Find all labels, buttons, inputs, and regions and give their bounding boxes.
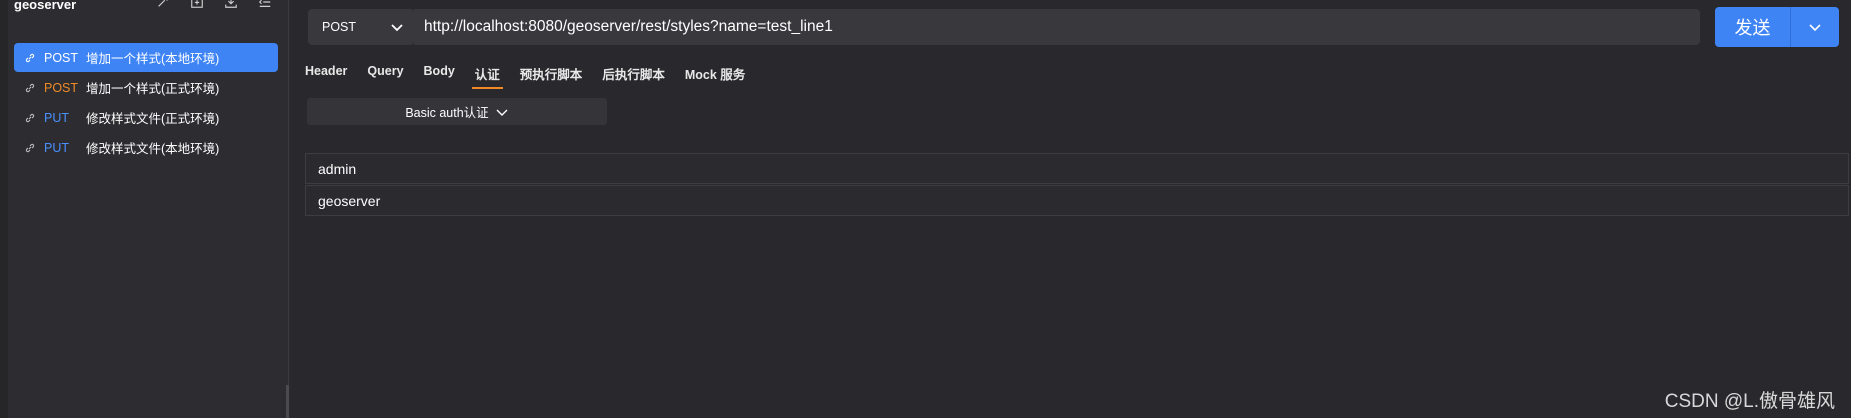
- import-icon[interactable]: [223, 0, 239, 10]
- send-label: 发送: [1734, 18, 1771, 38]
- api-item-post-prod[interactable]: POST 增加一个样式(正式环境): [14, 73, 278, 102]
- api-list: POST 增加一个样式(本地环境) POST 增加一个样式(正式环境) PUT …: [14, 43, 278, 163]
- sidebar-header: geoserver: [14, 0, 279, 14]
- chevron-down-icon: [391, 24, 403, 32]
- api-name: 修改样式文件(正式环境): [86, 112, 220, 126]
- auth-type-select[interactable]: Basic auth认证: [307, 98, 607, 125]
- url-text: http://localhost:8080/geoserver/rest/sty…: [424, 18, 833, 35]
- new-folder-icon[interactable]: [189, 0, 205, 10]
- username-field[interactable]: admin: [305, 153, 1849, 184]
- url-input[interactable]: http://localhost:8080/geoserver/rest/sty…: [414, 9, 1700, 45]
- link-icon: [24, 142, 36, 154]
- sidebar-edge: [0, 0, 8, 418]
- password-field[interactable]: geoserver: [305, 185, 1849, 216]
- project-title: geoserver: [14, 0, 77, 12]
- auth-type-value: Basic auth认证: [405, 106, 489, 120]
- link-icon: [24, 112, 36, 124]
- send-options-button[interactable]: [1791, 20, 1839, 34]
- api-name: 修改样式文件(本地环境): [86, 142, 220, 156]
- tab-body[interactable]: Body: [424, 64, 455, 90]
- request-panel: POST http://localhost:8080/geoserver/res…: [290, 0, 1851, 418]
- sidebar-toolbar: [155, 0, 273, 10]
- method-select-value: POST: [322, 20, 357, 34]
- sidebar-scrollbar[interactable]: [286, 385, 289, 418]
- method-badge: PUT: [44, 110, 69, 125]
- method-badge: POST: [44, 80, 79, 95]
- tab-mock[interactable]: Mock 服务: [685, 64, 745, 90]
- method-badge: PUT: [44, 140, 69, 155]
- password-value: geoserver: [318, 192, 381, 209]
- link-icon: [24, 82, 36, 94]
- tab-pre-script[interactable]: 预执行脚本: [520, 64, 583, 90]
- api-name: 增加一个样式(正式环境): [86, 82, 220, 96]
- send-button[interactable]: 发送: [1715, 7, 1839, 47]
- username-value: admin: [318, 160, 357, 177]
- sidebar: geoserver POST 增加一个样式(本地环境) POST 增加一个样式(…: [0, 0, 289, 418]
- link-icon: [24, 52, 36, 64]
- method-badge: POST: [44, 50, 79, 65]
- chevron-down-icon: [1809, 24, 1821, 32]
- tab-query[interactable]: Query: [367, 64, 403, 90]
- magic-icon[interactable]: [155, 0, 171, 10]
- tab-auth[interactable]: 认证: [471, 64, 503, 90]
- chevron-down-icon: [496, 109, 508, 116]
- watermark: CSDN @L.傲骨雄风: [1664, 391, 1835, 412]
- request-tabs: Header Query Body 认证 预执行脚本 后执行脚本 Mock 服务: [305, 64, 765, 90]
- api-name: 增加一个样式(本地环境): [86, 52, 220, 66]
- collapse-icon[interactable]: [257, 0, 273, 10]
- api-item-put-prod[interactable]: PUT 修改样式文件(正式环境): [14, 103, 278, 132]
- api-item-put-local[interactable]: PUT 修改样式文件(本地环境): [14, 133, 278, 162]
- tab-header[interactable]: Header: [305, 64, 347, 90]
- tab-post-script[interactable]: 后执行脚本: [602, 64, 665, 90]
- method-select[interactable]: POST: [308, 9, 414, 45]
- api-item-post-local[interactable]: POST 增加一个样式(本地环境): [14, 43, 278, 72]
